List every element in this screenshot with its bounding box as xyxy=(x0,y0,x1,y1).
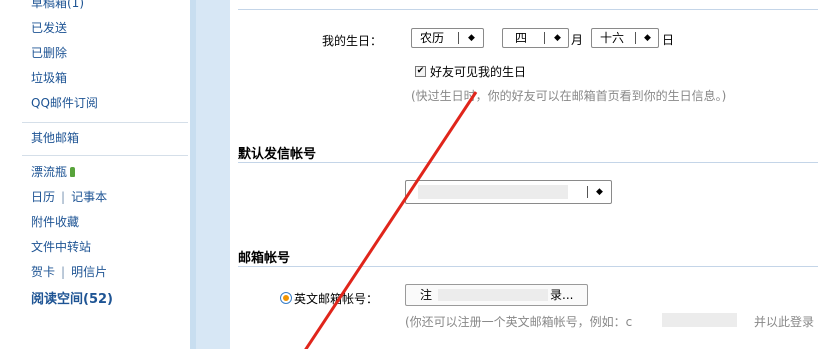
hint-text-start: (你还可以注册一个英文邮箱帐号，例如：c xyxy=(405,315,633,329)
redacted-value xyxy=(438,289,548,301)
sidebar-item-drafts[interactable]: 草稿箱(1) xyxy=(31,0,84,11)
sidebar-item-label: 附件收藏 xyxy=(31,215,80,229)
sidebar-divider xyxy=(22,122,188,123)
sidebar-link-calendar[interactable]: 日历 xyxy=(31,190,55,204)
redacted-value xyxy=(662,313,737,327)
sidebar-item-label: 阅读空间(52) xyxy=(31,292,113,307)
select-divider xyxy=(635,32,636,44)
divider xyxy=(238,266,818,267)
english-account-label: 英文邮箱帐号： xyxy=(294,292,379,306)
sidebar-item-file-transfer[interactable]: 文件中转站 xyxy=(31,238,91,255)
sidebar-item-label: 垃圾箱 xyxy=(31,71,68,85)
english-account-hint: (你还可以注册一个英文邮箱帐号，例如：c xyxy=(405,313,632,330)
sidebar-divider xyxy=(22,155,188,156)
sidebar-item-deleted[interactable]: 已删除 xyxy=(31,44,67,61)
sidebar-item-label: QQ邮件订阅 xyxy=(31,96,98,110)
sidebar-item-label: 其他邮箱 xyxy=(31,131,80,145)
month-select[interactable]: 四 ◆ xyxy=(502,28,569,48)
select-divider xyxy=(544,32,545,44)
chevron-updown-icon: ◆ xyxy=(596,187,603,197)
radio-dot-icon xyxy=(283,295,289,301)
select-value: 四 xyxy=(515,31,528,45)
show-birthday-label: 好友可见我的生日 xyxy=(430,65,527,79)
day-select[interactable]: 十六 ◆ xyxy=(591,28,659,48)
select-divider xyxy=(587,186,588,198)
select-divider xyxy=(458,32,459,44)
birthday-label: 我的生日： xyxy=(322,34,383,48)
sidebar-item-cards-postcards: 贺卡 | 明信片 xyxy=(31,263,107,280)
divider xyxy=(238,9,818,10)
sidebar-item-calendar-notes: 日历 | 记事本 xyxy=(31,188,107,205)
select-value: 农历 xyxy=(420,31,445,45)
sidebar-item-label: 文件中转站 xyxy=(31,240,92,254)
birthday-hint: (快过生日时，你的好友可以在邮箱首页看到你的生日信息。) xyxy=(411,89,727,103)
sidebar-item-other-mailboxes[interactable]: 其他邮箱 xyxy=(31,129,79,146)
sidebar-item-label: 已发送 xyxy=(31,21,68,35)
chevron-updown-icon: ◆ xyxy=(644,33,651,43)
separator: | xyxy=(61,265,66,279)
section-title-mail-account: 邮箱帐号 xyxy=(238,251,291,266)
hint-text-end: 并以此登录 xyxy=(754,315,815,329)
section-title-default-sender: 默认发信帐号 xyxy=(238,147,317,162)
chevron-updown-icon: ◆ xyxy=(554,33,561,43)
sidebar-item-subscriptions[interactable]: QQ邮件订阅 xyxy=(31,94,98,111)
show-birthday-checkbox[interactable]: ✔ xyxy=(415,66,426,77)
button-label-start: 注 xyxy=(420,288,433,302)
redacted-value xyxy=(418,185,568,199)
sidebar-item-sent[interactable]: 已发送 xyxy=(31,19,67,36)
default-sender-select[interactable]: ◆ xyxy=(405,180,612,204)
button-label-end: 录... xyxy=(550,288,574,302)
sidebar-item-label: 已删除 xyxy=(31,46,68,60)
sidebar-item-reading-space[interactable]: 阅读空间(52) xyxy=(31,288,113,307)
sidebar-link-cards[interactable]: 贺卡 xyxy=(31,265,55,279)
select-value: 十六 xyxy=(600,31,625,45)
sidebar-border-inner xyxy=(196,0,230,349)
sidebar: 草稿箱(1) 已发送 已删除 垃圾箱 QQ邮件订阅 其他邮箱 漂流瓶 日历 | 记事… xyxy=(0,0,190,349)
chevron-updown-icon: ◆ xyxy=(468,33,475,43)
sidebar-item-label: 草稿箱(1) xyxy=(31,0,84,10)
english-account-radio[interactable] xyxy=(280,292,292,304)
sidebar-item-attachments[interactable]: 附件收藏 xyxy=(31,213,79,230)
register-login-button[interactable]: 注 录... xyxy=(405,284,588,306)
sidebar-link-notes[interactable]: 记事本 xyxy=(71,190,107,204)
settings-panel: 我的生日： 农历 ◆ 四 ◆ 月 十六 ◆ 日 ✔ 好友可见我的生日 (快过生日… xyxy=(230,0,818,349)
month-unit: 月 xyxy=(571,33,584,47)
sidebar-item-label: 漂流瓶 xyxy=(31,165,68,179)
separator: | xyxy=(61,190,66,204)
divider xyxy=(238,162,818,163)
day-unit: 日 xyxy=(662,33,675,47)
sidebar-item-drift-bottle[interactable]: 漂流瓶 xyxy=(31,163,76,180)
sidebar-link-postcards[interactable]: 明信片 xyxy=(71,265,107,279)
calendar-type-select[interactable]: 农历 ◆ xyxy=(411,28,484,48)
bottle-icon xyxy=(70,167,76,177)
sidebar-item-spam[interactable]: 垃圾箱 xyxy=(31,69,67,86)
